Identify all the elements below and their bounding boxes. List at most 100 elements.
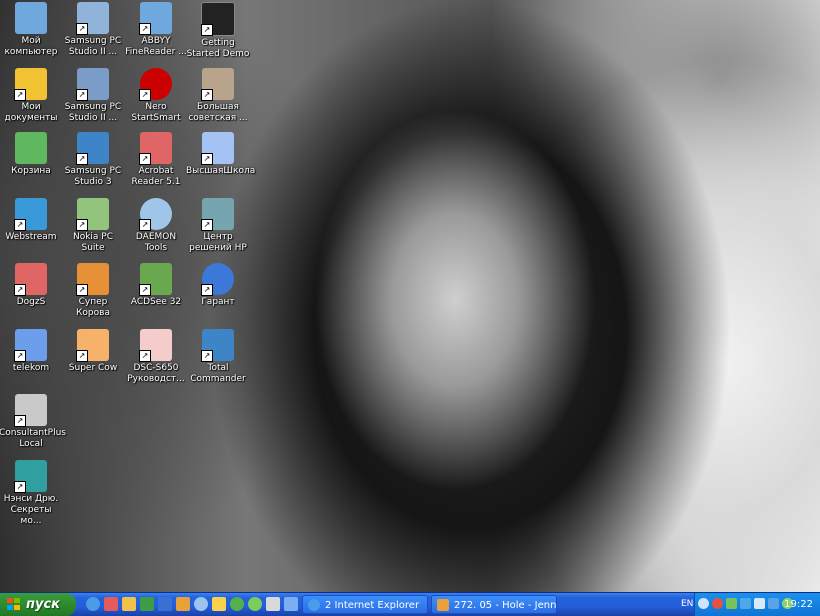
winamp-icon: [437, 599, 449, 611]
icon-label: Total Commander: [190, 363, 246, 384]
icon-label: Большая советская ...: [188, 102, 248, 123]
desktop-icon-samsung-pc-studio-2[interactable]: ↗ Samsung PC Studio II ...: [60, 68, 126, 124]
desktop-wallpaper: Мой компьютер ↗ Мои документы Корзина ↗ …: [0, 0, 820, 592]
clock[interactable]: 19:22: [784, 593, 813, 616]
icon-label: Корзина: [11, 166, 51, 176]
consultantplus-icon: ↗: [14, 394, 47, 427]
icon-label: Samsung PC Studio II ...: [64, 36, 122, 57]
desktop-icon-nancy-drew[interactable]: ↗ Нэнси Дрю. Секреты мо...: [0, 460, 64, 527]
desktop-icon-recycle-bin[interactable]: Корзина: [0, 132, 64, 177]
desktop-icon-acrobat-reader[interactable]: ↗ Acrobat Reader 5.1: [123, 132, 189, 188]
icon-label: Webstream: [5, 232, 57, 242]
desktop-icon-acdsee[interactable]: ↗ ACDSee 32: [123, 263, 189, 308]
icon-label: DogzS: [16, 297, 46, 307]
super-cow-icon: ↗: [76, 329, 109, 362]
system-tray: 19:22: [694, 593, 820, 616]
desktop-icon-super-cow[interactable]: ↗ Super Cow: [60, 329, 126, 374]
bolshaya-sovetskaya-icon: ↗: [201, 68, 234, 101]
icon-label: Нэнси Дрю. Секреты мо...: [3, 494, 59, 526]
taskbar: пуск 2 Internet Explorer 272. 05 - Hole …: [0, 592, 820, 616]
desktop-icon-samsung-pc-studio[interactable]: ↗ Samsung PC Studio II ...: [60, 2, 126, 58]
desktop-icon-nero-startsmart[interactable]: ↗ Nero StartSmart: [123, 68, 189, 124]
icon-label: Гарант: [201, 297, 235, 307]
search-quicklaunch-icon[interactable]: [194, 597, 208, 611]
icon-label: Acrobat Reader 5.1: [131, 166, 181, 187]
tray-collapse-icon[interactable]: [698, 598, 709, 609]
show-desktop-quicklaunch-icon[interactable]: [284, 597, 298, 611]
icon-label: Центр решений HP: [189, 232, 247, 253]
garant-icon: ↗: [201, 263, 234, 296]
desktop-icon-total-commander[interactable]: ↗ Total Commander: [185, 329, 251, 385]
task-label: 2 Internet Explorer: [325, 600, 420, 611]
tray-security-icon[interactable]: [726, 598, 737, 609]
windows-flag-icon: [7, 598, 21, 611]
desktop-icon-bolshaya-sovetskaya[interactable]: ↗ Большая советская ...: [185, 68, 251, 124]
icon-label: Мои документы: [4, 102, 58, 123]
icon-label: DAEMON Tools: [135, 232, 177, 253]
desktop-icon-dsc-s650[interactable]: ↗ DSC-S650 Руководст...: [123, 329, 189, 385]
icon-label: Super Cow: [68, 363, 118, 373]
acdsee-icon: ↗: [139, 263, 172, 296]
opera-quicklaunch-icon[interactable]: [104, 597, 118, 611]
desktop-icon-garant[interactable]: ↗ Гарант: [185, 263, 251, 308]
icq-quicklaunch-icon[interactable]: [230, 597, 244, 611]
tray-network-icon[interactable]: [712, 598, 723, 609]
nero-startsmart-icon: ↗: [139, 68, 172, 101]
icon-label: ConsultantPlus Local: [0, 428, 66, 449]
icon-label: telekom: [12, 363, 50, 373]
desktop-icon-my-computer[interactable]: Мой компьютер: [0, 2, 64, 58]
getting-started-demo-icon: ↗: [201, 2, 235, 36]
icon-label: Samsung PC Studio 3: [64, 166, 122, 187]
desktop-icon-nokia-pc-suite[interactable]: ↗ Nokia PC Suite: [60, 198, 126, 254]
desktop-icon-webstream[interactable]: ↗ Webstream: [0, 198, 64, 243]
my-computer-icon: [15, 2, 47, 34]
clover-quicklaunch-icon[interactable]: [248, 597, 262, 611]
icon-label: Getting Started Demo: [186, 38, 250, 59]
icon-label: Samsung PC Studio II ...: [64, 102, 122, 123]
desktop-icon-consultantplus[interactable]: ↗ ConsultantPlus Local: [0, 394, 66, 450]
tool-quicklaunch-icon[interactable]: [266, 597, 280, 611]
tray-antivirus-icon[interactable]: [740, 598, 751, 609]
winamp-quicklaunch-icon[interactable]: [176, 597, 190, 611]
nokia-pc-suite-icon: ↗: [76, 198, 109, 231]
desktop-icon-dogzs[interactable]: ↗ DogzS: [0, 263, 64, 308]
task-winamp-track[interactable]: 272. 05 - Hole - Jenni...: [431, 595, 557, 614]
nancy-drew-icon: ↗: [14, 460, 47, 493]
abbyy-finereader-icon: ↗: [139, 2, 172, 35]
hp-solution-center-icon: ↗: [201, 198, 234, 231]
desktop-icon-vysshaya-shkola[interactable]: ↗ ВысшаяШкола: [185, 132, 255, 177]
word-quicklaunch-icon[interactable]: [158, 597, 172, 611]
samsung-pc-studio-icon: ↗: [76, 2, 109, 35]
desktop-icon-telekom[interactable]: ↗ telekom: [0, 329, 64, 374]
desktop-icon-hp-solution-center[interactable]: ↗ Центр решений HP: [185, 198, 251, 254]
internet-explorer-icon: [308, 599, 320, 611]
total-commander-icon: ↗: [201, 329, 234, 362]
task-internet-explorer[interactable]: 2 Internet Explorer: [302, 595, 428, 614]
icon-label: Nero StartSmart: [131, 102, 181, 123]
desktop-icon-getting-started-demo[interactable]: ↗ Getting Started Demo: [185, 2, 251, 60]
browser-quicklaunch-icon[interactable]: [212, 597, 226, 611]
desktop-icon-daemon-tools[interactable]: ↗ DAEMON Tools: [123, 198, 189, 254]
samsung-pc-studio-2-icon: ↗: [76, 68, 109, 101]
excel-quicklaunch-icon[interactable]: [140, 597, 154, 611]
tray-connection-icon[interactable]: [768, 598, 779, 609]
icon-label: DSC-S650 Руководст...: [127, 363, 185, 384]
desktop-icon-super-korova[interactable]: ↗ Супер Корова: [60, 263, 126, 319]
samsung-pc-studio-3-icon: ↗: [76, 132, 109, 165]
dsc-s650-pdf-icon: ↗: [139, 329, 172, 362]
acrobat-reader-icon: ↗: [139, 132, 172, 165]
icon-label: Nokia PC Suite: [72, 232, 114, 253]
start-label: пуск: [26, 597, 60, 612]
icon-label: Супер Корова: [76, 297, 110, 318]
desktop-icon-abbyy-finereader[interactable]: ↗ ABBYY FineReader ...: [123, 2, 189, 58]
desktop-icon-my-documents[interactable]: ↗ Мои документы: [0, 68, 64, 124]
icon-label: ACDSee 32: [130, 297, 182, 307]
tray-volume-icon[interactable]: [754, 598, 765, 609]
recycle-bin-icon: [15, 132, 47, 164]
language-indicator[interactable]: EN: [681, 593, 693, 616]
outlook-quicklaunch-icon[interactable]: [122, 597, 136, 611]
start-button[interactable]: пуск: [0, 593, 76, 616]
vysshaya-shkola-icon: ↗: [201, 132, 234, 165]
ie-quicklaunch-icon[interactable]: [86, 597, 100, 611]
desktop-icon-samsung-pc-studio-3[interactable]: ↗ Samsung PC Studio 3: [60, 132, 126, 188]
